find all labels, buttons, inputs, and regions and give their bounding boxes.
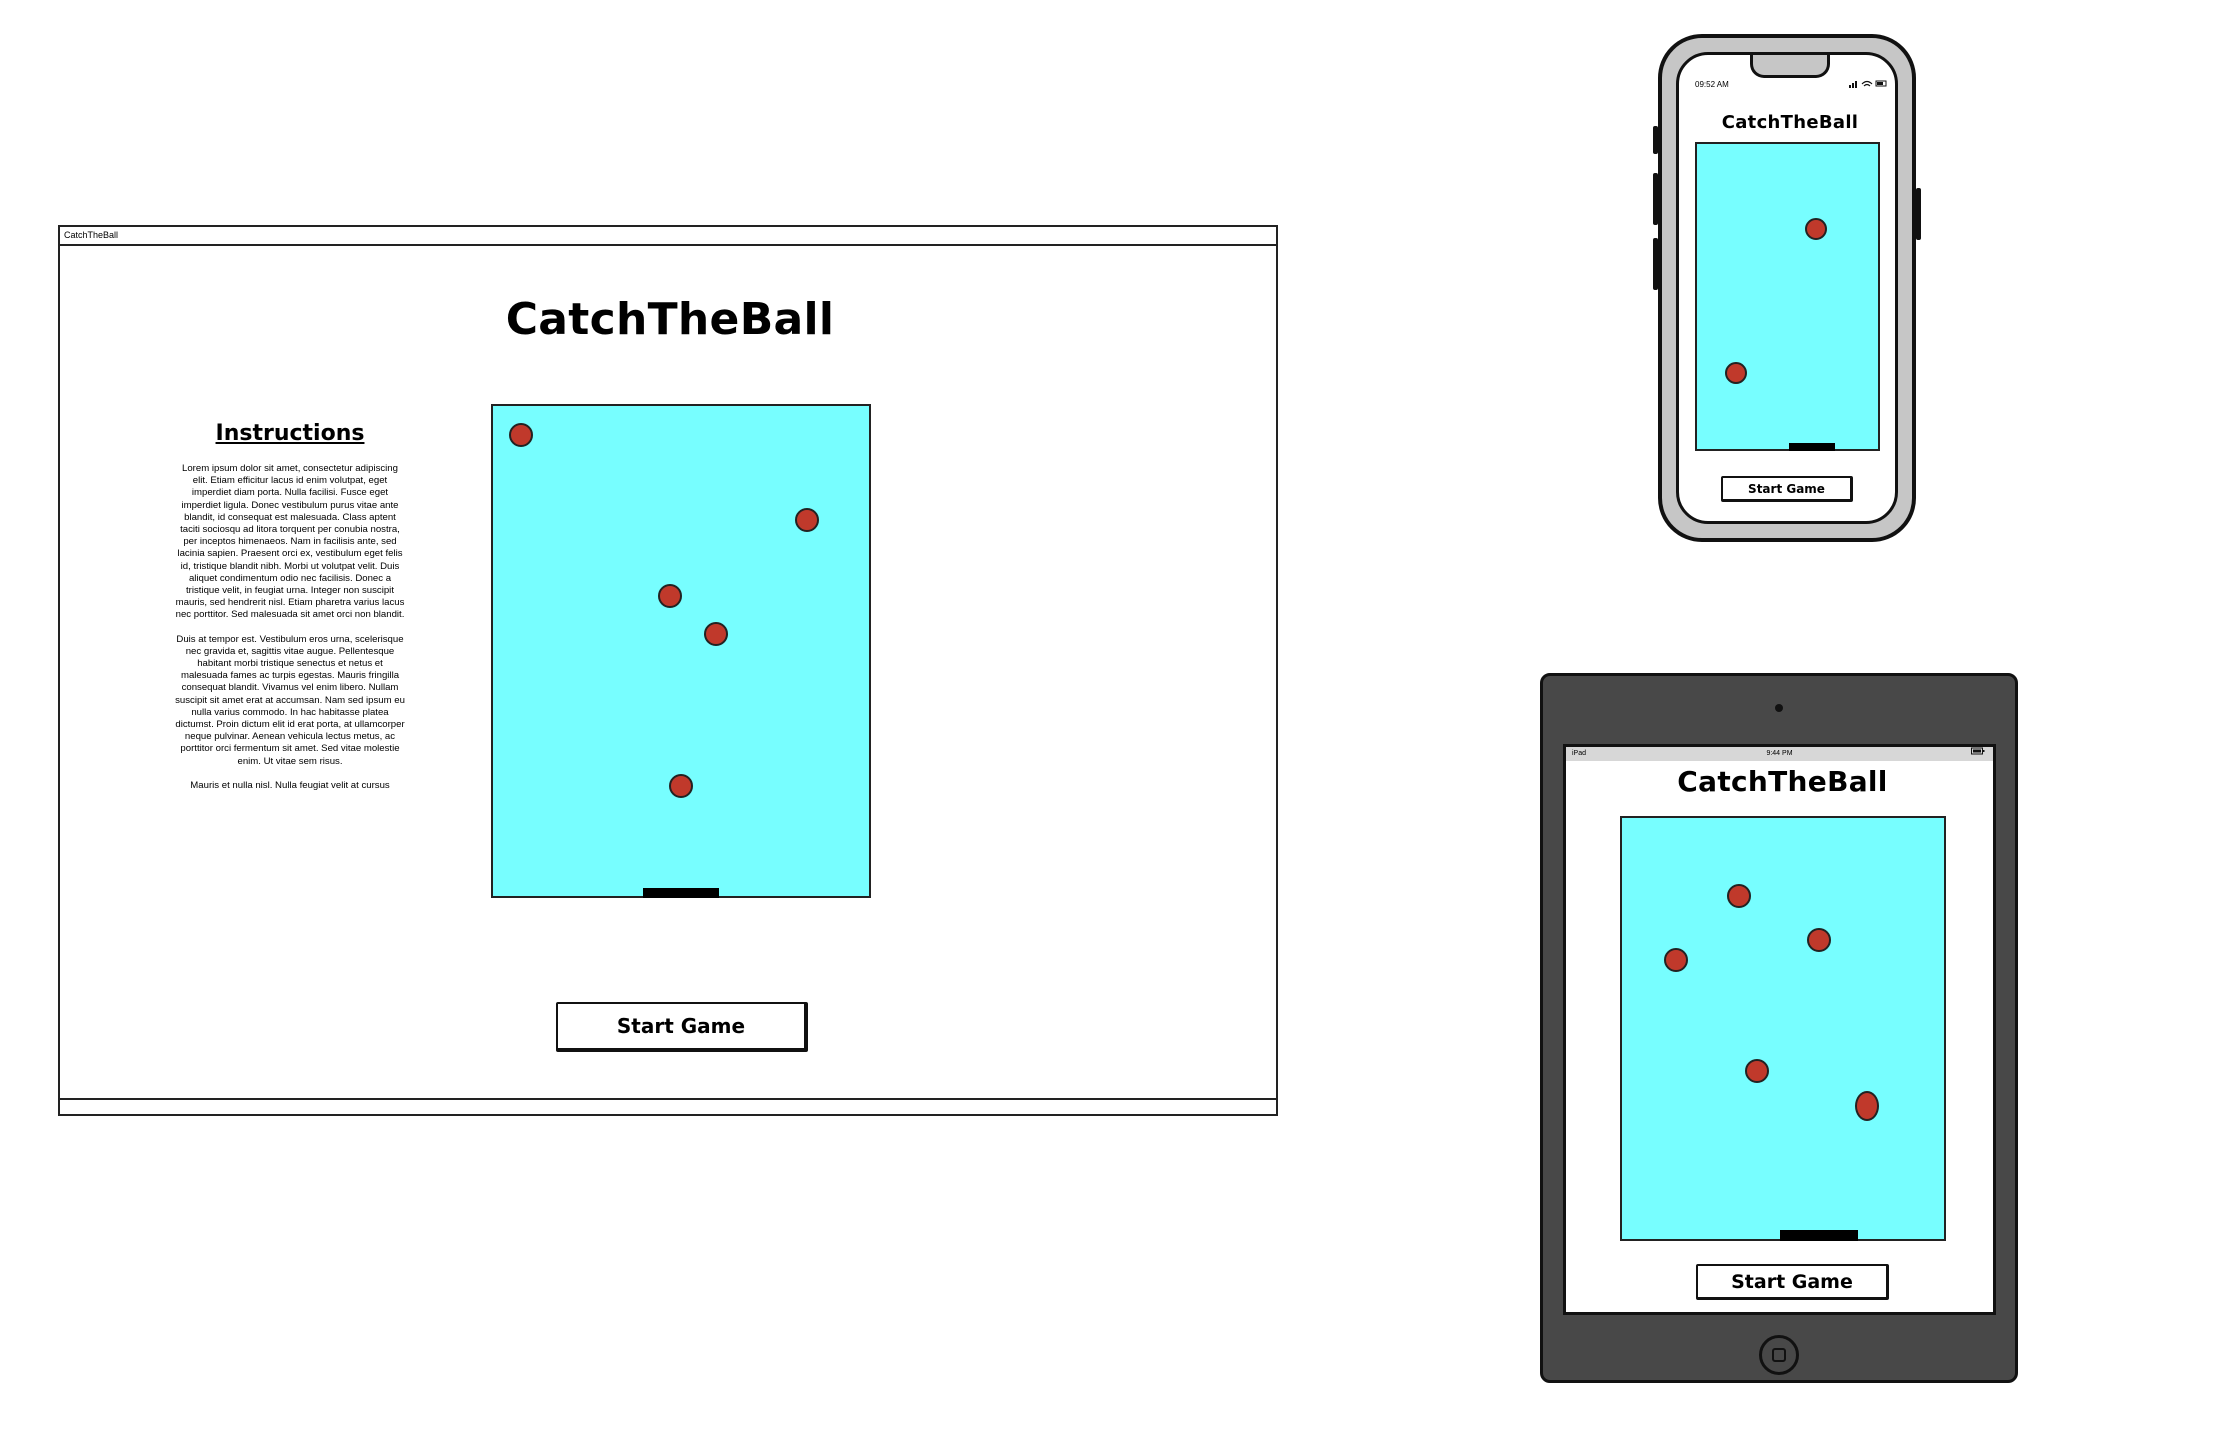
ball [1855, 1091, 1879, 1121]
phone-side-button [1653, 238, 1658, 290]
ball [1745, 1059, 1769, 1083]
ball [1727, 884, 1751, 908]
browser-status-bar [60, 1098, 1276, 1114]
page-title: CatchTheBall [1677, 765, 1888, 798]
battery-icon [1971, 747, 1985, 761]
instructions-paragraph: Duis at tempor est. Vestibulum eros urna… [175, 633, 405, 767]
ball [1664, 948, 1688, 972]
page-title: CatchTheBall [1721, 112, 1859, 133]
start-game-button[interactable]: Start Game [1696, 1264, 1889, 1300]
game-field[interactable] [1695, 142, 1880, 451]
phone-side-button [1653, 126, 1658, 154]
ball [704, 622, 728, 646]
browser-title-bar: CatchTheBall [60, 227, 1276, 246]
window-title: CatchTheBall [64, 230, 119, 240]
home-icon [1772, 1348, 1786, 1362]
phone-side-button [1653, 173, 1658, 225]
ball [658, 584, 682, 608]
phone-side-button [1916, 188, 1921, 240]
start-game-button[interactable]: Start Game [556, 1002, 808, 1052]
phone-screen: 09:52 AM CatchTheBall Start Game [1676, 52, 1898, 524]
tablet-mockup: iPad 9:44 PM CatchTheBall Start Game [1540, 673, 2018, 1383]
camera-icon [1775, 704, 1783, 712]
instructions-paragraph: Mauris et nulla nisl. Nulla feugiat veli… [190, 779, 390, 791]
home-button[interactable] [1759, 1335, 1799, 1375]
tablet-screen: iPad 9:44 PM CatchTheBall Start Game [1563, 744, 1996, 1315]
desktop-browser-mockup: CatchTheBall CatchTheBall Instructions L… [58, 225, 1278, 1116]
status-time: 9:44 PM [1766, 750, 1793, 757]
game-field[interactable] [491, 404, 871, 898]
instructions-paragraph: Lorem ipsum dolor sit amet, consectetur … [175, 463, 405, 621]
phone-notch [1750, 55, 1830, 78]
ball [1807, 928, 1831, 952]
status-time: 09:52 AM [1695, 80, 1729, 89]
ball [1725, 362, 1747, 384]
ball [795, 508, 819, 532]
instructions-text: Lorem ipsum dolor sit amet, consectetur … [175, 463, 405, 804]
tablet-status-bar: iPad 9:44 PM [1566, 747, 1993, 761]
instructions-heading: Instructions [215, 421, 365, 446]
ball [669, 774, 693, 798]
phone-mockup: 09:52 AM CatchTheBall Start Game [1653, 34, 1921, 542]
paddle[interactable] [643, 888, 719, 898]
paddle[interactable] [1789, 443, 1835, 451]
page-title: CatchTheBall [505, 294, 835, 345]
paddle[interactable] [1780, 1230, 1858, 1241]
start-game-button[interactable]: Start Game [1721, 476, 1853, 502]
signal-wifi-battery-icon [1849, 80, 1887, 88]
status-icons [1849, 78, 1889, 90]
game-field[interactable] [1620, 816, 1946, 1241]
ball [509, 423, 533, 447]
ball [1805, 218, 1827, 240]
